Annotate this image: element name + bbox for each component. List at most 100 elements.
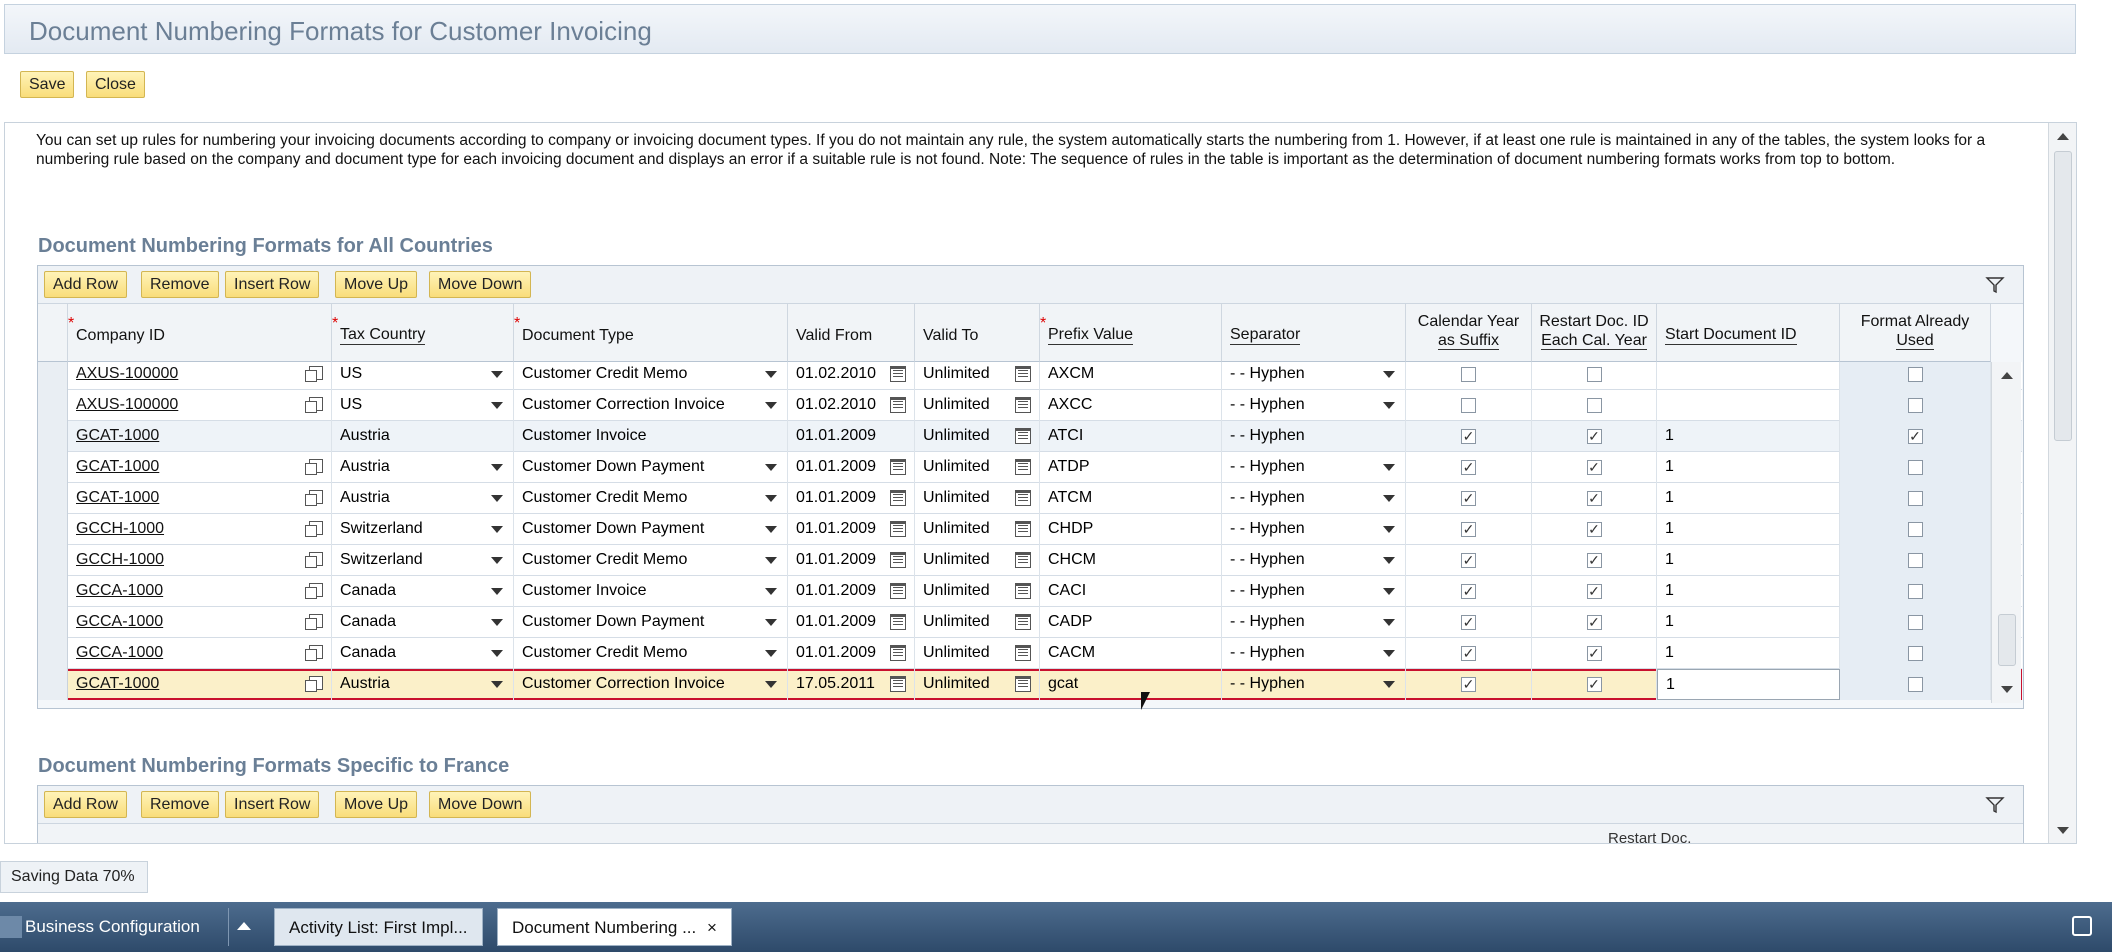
separator-cell[interactable]: - - Hyphen xyxy=(1222,483,1406,514)
calendar-icon[interactable] xyxy=(890,366,906,382)
document-type-cell[interactable]: Customer Credit Memo xyxy=(514,638,788,669)
restart-each-year-cell[interactable]: ✓ xyxy=(1532,607,1657,638)
start-document-id-cell[interactable]: 1 xyxy=(1657,607,1840,638)
company-id-link[interactable]: GCAT-1000 xyxy=(76,421,159,451)
dropdown-arrow-icon[interactable] xyxy=(765,495,777,502)
company-id-cell[interactable]: GCAT-1000 xyxy=(68,452,332,483)
dropdown-arrow-icon[interactable] xyxy=(765,588,777,595)
document-type-cell[interactable]: Customer Invoice xyxy=(514,576,788,607)
start-document-id-cell[interactable]: 1 xyxy=(1657,452,1840,483)
company-id-link[interactable]: AXUS-100000 xyxy=(76,390,178,420)
calendar-icon[interactable] xyxy=(890,397,906,413)
value-help-icon[interactable] xyxy=(305,366,323,382)
taskbar-business-configuration[interactable]: Business Configuration xyxy=(25,908,200,946)
toolbar-add-row-button[interactable]: Add Row xyxy=(44,791,127,818)
restart-each-year-checkbox[interactable]: ✓ xyxy=(1586,429,1602,444)
calendar-year-suffix-checkbox[interactable]: ✓ xyxy=(1461,429,1476,444)
calendar-year-suffix-checkbox[interactable] xyxy=(1461,367,1476,382)
calendar-icon[interactable] xyxy=(1015,676,1031,692)
valid-to-cell[interactable]: Unlimited xyxy=(915,607,1040,638)
prefix-value-cell[interactable]: CACM xyxy=(1040,638,1222,669)
separator-cell[interactable]: - - Hyphen xyxy=(1222,638,1406,669)
calendar-icon[interactable] xyxy=(890,676,906,692)
page-scroll-up-icon[interactable] xyxy=(2057,133,2069,140)
start-document-id-cell[interactable] xyxy=(1657,390,1840,421)
dropdown-arrow-icon[interactable] xyxy=(1383,681,1395,688)
col-header-valid-to[interactable]: Valid To xyxy=(915,304,1040,362)
dropdown-arrow-icon[interactable] xyxy=(1383,495,1395,502)
taskbar-tab-document-numbering[interactable]: Document Numbering ... × xyxy=(497,908,732,946)
start-document-id-cell[interactable]: 1 xyxy=(1657,638,1840,669)
row-selector[interactable] xyxy=(38,421,68,452)
company-id-link[interactable]: GCCH-1000 xyxy=(76,514,164,544)
calendar-icon[interactable] xyxy=(1015,614,1031,630)
restart-each-year-cell[interactable] xyxy=(1532,390,1657,421)
dropdown-arrow-icon[interactable] xyxy=(765,557,777,564)
tax-country-cell[interactable]: US xyxy=(332,362,514,390)
start-document-id-cell[interactable]: 1 xyxy=(1657,576,1840,607)
calendar-icon[interactable] xyxy=(1015,490,1031,506)
calendar-year-suffix-cell[interactable] xyxy=(1406,362,1532,390)
prefix-value-cell[interactable]: CHCM xyxy=(1040,545,1222,576)
row-selector[interactable] xyxy=(38,576,68,607)
company-id-link[interactable]: GCCH-1000 xyxy=(76,545,164,575)
row-selector[interactable] xyxy=(38,607,68,638)
calendar-icon[interactable] xyxy=(1015,459,1031,475)
start-document-id-cell[interactable]: 1 xyxy=(1657,669,1840,700)
restart-each-year-cell[interactable]: ✓ xyxy=(1532,452,1657,483)
prefix-value-cell[interactable]: AXCM xyxy=(1040,362,1222,390)
restart-each-year-cell[interactable] xyxy=(1532,362,1657,390)
page-scroll-down-icon[interactable] xyxy=(2057,827,2069,834)
calendar-icon[interactable] xyxy=(890,459,906,475)
page-scrollbar[interactable] xyxy=(2048,123,2076,843)
restart-each-year-checkbox[interactable]: ✓ xyxy=(1586,615,1602,630)
restart-each-year-checkbox[interactable]: ✓ xyxy=(1586,677,1602,692)
company-id-cell[interactable]: GCCH-1000 xyxy=(68,514,332,545)
calendar-year-suffix-cell[interactable]: ✓ xyxy=(1406,638,1532,669)
table-row[interactable]: GCAT-1000 Austria Customer Credit Memo 01.0… xyxy=(38,483,2022,514)
row-selector[interactable] xyxy=(38,514,68,545)
scroll-down-icon[interactable] xyxy=(2001,686,2013,693)
value-help-icon[interactable] xyxy=(305,676,323,692)
calendar-year-suffix-checkbox[interactable]: ✓ xyxy=(1461,553,1476,568)
col-header-valid-from[interactable]: Valid From xyxy=(788,304,915,362)
start-menu-icon[interactable] xyxy=(0,916,22,938)
calendar-year-suffix-checkbox[interactable] xyxy=(1461,398,1476,413)
valid-to-cell[interactable]: Unlimited xyxy=(915,362,1040,390)
row-selector[interactable] xyxy=(38,545,68,576)
toolbar-add-row-button[interactable]: Add Row xyxy=(44,271,127,298)
separator-cell[interactable]: - - Hyphen xyxy=(1222,390,1406,421)
document-type-cell[interactable]: Customer Correction Invoice xyxy=(514,390,788,421)
dropdown-arrow-icon[interactable] xyxy=(765,681,777,688)
valid-from-cell[interactable]: 01.02.2010 xyxy=(788,362,915,390)
calendar-icon[interactable] xyxy=(1015,428,1031,444)
company-id-cell[interactable]: GCCA-1000 xyxy=(68,638,332,669)
row-selector[interactable] xyxy=(38,669,68,700)
dropdown-arrow-icon[interactable] xyxy=(491,681,503,688)
value-help-icon[interactable] xyxy=(305,614,323,630)
calendar-year-suffix-checkbox[interactable]: ✓ xyxy=(1461,615,1476,630)
calendar-year-suffix-checkbox[interactable]: ✓ xyxy=(1461,677,1476,692)
company-id-link[interactable]: GCAT-1000 xyxy=(76,452,159,482)
valid-from-cell[interactable]: 01.01.2009 xyxy=(788,452,915,483)
close-button[interactable]: Close xyxy=(86,71,145,98)
col-header-document-type[interactable]: * Document Type xyxy=(514,304,788,362)
valid-to-cell[interactable]: Unlimited xyxy=(915,483,1040,514)
table-row[interactable]: GCCH-1000 Switzerland Customer Credit Memo… xyxy=(38,545,2022,576)
prefix-value-cell[interactable]: ATDP xyxy=(1040,452,1222,483)
col-header-tax-country[interactable]: * Tax Country xyxy=(332,304,514,362)
table-row[interactable]: GCAT-1000 Austria Customer Correction Invo… xyxy=(38,669,2022,700)
dropdown-arrow-icon[interactable] xyxy=(491,557,503,564)
company-id-cell[interactable]: GCCA-1000 xyxy=(68,576,332,607)
prefix-value-cell[interactable]: CADP xyxy=(1040,607,1222,638)
calendar-year-suffix-checkbox[interactable]: ✓ xyxy=(1461,491,1476,506)
prefix-value-cell[interactable]: CACI xyxy=(1040,576,1222,607)
dropdown-arrow-icon[interactable] xyxy=(491,464,503,471)
table-row[interactable]: AXUS-100000 US Customer Credit Memo 01.02.2… xyxy=(38,362,2022,390)
dropdown-arrow-icon[interactable] xyxy=(765,650,777,657)
restart-each-year-cell[interactable]: ✓ xyxy=(1532,545,1657,576)
toolbar-move-up-button[interactable]: Move Up xyxy=(335,271,418,298)
tax-country-cell[interactable]: Canada xyxy=(332,638,514,669)
prefix-value-cell[interactable]: CHDP xyxy=(1040,514,1222,545)
value-help-icon[interactable] xyxy=(305,645,323,661)
